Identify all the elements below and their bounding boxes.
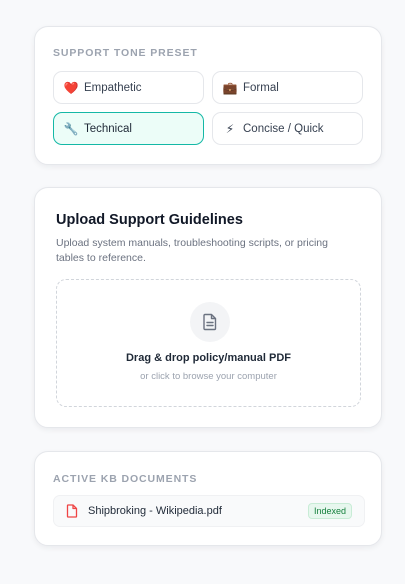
dropzone-title: Drag & drop policy/manual PDF [125,352,292,364]
status-badge: Indexed [307,503,352,519]
upload-title: Upload Support Guidelines [56,212,243,228]
tone-option-technical[interactable]: 🔧 Technical [53,112,204,145]
tone-option-empathetic[interactable]: ❤️ Empathetic [53,71,204,104]
tone-option-label: Formal [243,81,279,94]
upload-description: Upload system manuals, troubleshooting s… [56,237,328,264]
tone-option-formal[interactable]: 💼 Formal [212,71,363,104]
wrench-icon: 🔧 [63,121,79,136]
active-kb-card: ACTIVE KB DOCUMENTS Shipbroking - Wikipe… [34,451,382,546]
document-icon [190,302,230,342]
upload-guidelines-card: Upload Support Guidelines Upload system … [34,187,382,428]
tone-option-label: Concise / Quick [243,122,324,135]
kb-document-name: Shipbroking - Wikipedia.pdf [88,505,222,517]
dropzone-subtitle[interactable]: or click to browse your computer [57,371,360,382]
briefcase-icon: 💼 [222,80,238,95]
heart-icon: ❤️ [63,80,79,95]
tone-option-concise[interactable]: ⚡ Concise / Quick [212,112,363,145]
file-dropzone[interactable]: Drag & drop policy/manual PDF or click t… [56,279,361,407]
kb-documents-label: ACTIVE KB DOCUMENTS [53,473,198,485]
tone-preset-card: SUPPORT TONE PRESET ❤️ Empathetic 💼 Form… [34,26,382,165]
tone-preset-label: SUPPORT TONE PRESET [53,47,198,59]
kb-document-row[interactable]: Shipbroking - Wikipedia.pdf Indexed [53,495,365,527]
lightning-icon: ⚡ [225,121,235,136]
pdf-file-icon [66,504,78,518]
tone-option-label: Empathetic [84,81,142,94]
tone-option-label: Technical [84,122,132,135]
